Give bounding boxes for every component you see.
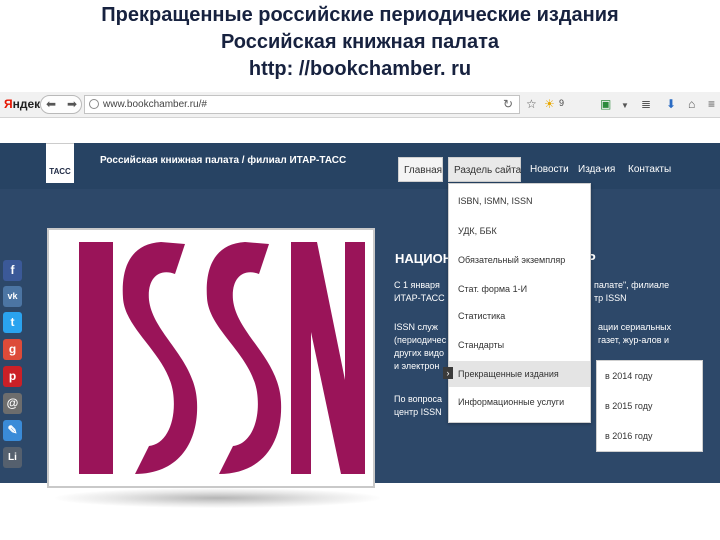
- nav-contacts[interactable]: Контакты: [623, 157, 676, 182]
- pinterest-icon[interactable]: p: [3, 366, 22, 387]
- twitter-icon[interactable]: t: [3, 312, 22, 333]
- p3-line2-start: центр ISSN: [394, 407, 442, 417]
- issn-logo: [79, 242, 365, 474]
- content-title-start: НАЦИОН: [395, 251, 453, 266]
- p2-line3-start: других видо: [394, 348, 445, 358]
- slide-title-line2: Российская книжная палата: [220, 31, 500, 53]
- p2-line4-start: и электрон: [394, 361, 440, 371]
- content-title: НАЦИОН Р: [395, 251, 596, 266]
- dropdown-item-stat-form[interactable]: Стат. форма 1-И: [449, 276, 590, 302]
- years-submenu: в 2014 году в 2015 году в 2016 году: [596, 360, 703, 452]
- dropdown-item-statistics[interactable]: Статистика: [449, 303, 590, 329]
- shield-icon[interactable]: ▣: [600, 97, 611, 111]
- p1-line1-end: палате", филиале: [594, 280, 670, 290]
- weather-value: 9: [559, 98, 565, 108]
- address-bar[interactable]: www.bookchamber.ru/# ↻: [84, 95, 520, 114]
- menu-icon[interactable]: ≡: [708, 97, 715, 111]
- yandex-logo-letter: Я: [4, 97, 13, 111]
- nav-buttons: ⬅ ➡: [40, 95, 82, 114]
- nav-publications[interactable]: Изда-ия: [573, 157, 620, 182]
- sections-dropdown: ISBN, ISMN, ISSN УДК, ББК Обязательный э…: [448, 183, 591, 423]
- p1-line1-start: С 1 января: [394, 280, 440, 290]
- vkontakte-icon[interactable]: vk: [3, 286, 22, 307]
- email-icon[interactable]: @: [3, 393, 22, 414]
- submenu-item-2015[interactable]: в 2015 году: [597, 391, 702, 421]
- browser-toolbar: Яндекс ⬅ ➡ www.bookchamber.ru/# ↻ ☆ ☀ 9 …: [0, 92, 720, 118]
- dropdown-item-legal-deposit[interactable]: Обязательный экземпляр: [449, 247, 590, 273]
- dropdown-item-discontinued[interactable]: Прекращенные издания: [449, 361, 590, 387]
- p3-line1-start: По вопроса: [394, 394, 443, 404]
- dropdown-icon[interactable]: ▼: [621, 99, 629, 113]
- google-plus-icon[interactable]: g: [3, 339, 22, 360]
- tass-logo[interactable]: ТАСС: [46, 143, 74, 183]
- globe-icon: [89, 99, 99, 109]
- facebook-icon[interactable]: f: [3, 260, 22, 281]
- bookmark-icon[interactable]: ✎: [3, 420, 22, 441]
- panel-shadow: [55, 488, 380, 508]
- slide-title: Прекращенные российские периодические из…: [0, 0, 720, 92]
- p1-line2-end: тр ISSN: [594, 293, 627, 303]
- dropdown-item-udc[interactable]: УДК, ББК: [449, 218, 590, 244]
- nav-sections[interactable]: Раздель сайта: [448, 157, 521, 182]
- url-text: www.bookchamber.ru/#: [103, 99, 207, 110]
- livejournal-icon[interactable]: Li: [3, 447, 22, 468]
- nav-home[interactable]: Главная: [398, 157, 443, 182]
- dropdown-item-isbn[interactable]: ISBN, ISMN, ISSN: [449, 188, 590, 214]
- issn-logo-panel: [47, 228, 375, 488]
- p2-line2-end: газет, жур-алов и: [598, 335, 670, 345]
- p2-line2-start: (периодичес: [394, 335, 447, 345]
- back-icon[interactable]: ⬅: [46, 97, 56, 111]
- p2-line1-end: ации сериальных: [598, 322, 672, 332]
- slide-title-line1: Прекращенные российские периодические из…: [101, 4, 619, 26]
- nav-news[interactable]: Новости: [525, 157, 574, 182]
- bookmark-list-icon[interactable]: ≣: [641, 97, 651, 111]
- dropdown-item-info-services[interactable]: Информационные услуги: [449, 389, 590, 415]
- p1-line2-start: ИТАР-ТАСС: [394, 293, 445, 303]
- website: ТАСС Российская книжная палата / филиал …: [0, 143, 720, 488]
- submenu-item-2014[interactable]: в 2014 году: [597, 361, 702, 391]
- p2-line1-start: ISSN служ: [394, 322, 438, 332]
- home-icon[interactable]: ⌂: [688, 97, 695, 111]
- dropdown-item-standards[interactable]: Стандарты: [449, 332, 590, 358]
- slide-title-line3: http: //bookchamber. ru: [248, 58, 472, 80]
- star-icon[interactable]: ☆: [526, 97, 537, 111]
- slide: Прекращенные российские периодические из…: [0, 0, 720, 540]
- forward-icon[interactable]: ➡: [67, 97, 77, 111]
- reload-icon[interactable]: ↻: [503, 97, 513, 111]
- site-name[interactable]: Российская книжная палата / филиал ИТАР-…: [100, 155, 346, 166]
- submenu-item-2016[interactable]: в 2016 году: [597, 421, 702, 451]
- chevron-right-icon: ›: [443, 367, 453, 379]
- download-icon[interactable]: ⬇: [666, 97, 676, 111]
- sun-icon[interactable]: ☀: [544, 97, 555, 111]
